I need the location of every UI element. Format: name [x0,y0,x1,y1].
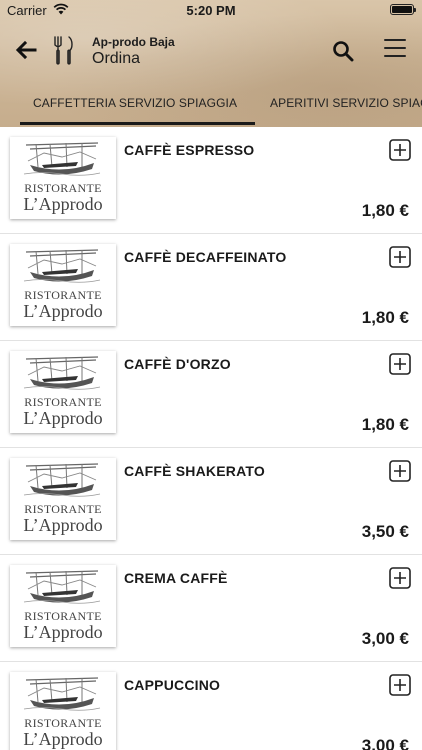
logo-line-2: L’Approdo [23,515,103,535]
add-to-cart-icon[interactable] [389,567,411,589]
add-to-cart-icon[interactable] [389,460,411,482]
item-price: 1,80 € [361,201,409,220]
item-name: CAFFÈ ESPRESSO [124,142,255,158]
list-item[interactable]: RISTORANTE L’Approdo CAFFÈ D'ORZO 1,80 € [0,341,422,448]
list-item[interactable]: RISTORANTE L’Approdo CAFFÈ SHAKERATO 3,5… [0,448,422,555]
product-thumbnail: RISTORANTE L’Approdo [10,458,116,540]
active-tab-indicator [20,122,255,125]
list-item[interactable]: RISTORANTE L’Approdo CREMA CAFFÈ 3,00 € [0,555,422,662]
product-thumbnail: RISTORANTE L’Approdo [10,137,116,219]
product-thumbnail: RISTORANTE L’Approdo [10,565,116,647]
item-price: 1,80 € [361,415,409,434]
boat-logo-icon [23,677,101,711]
item-name: CAPPUCCINO [124,677,221,693]
tab-aperitivi[interactable]: APERITIVI SERVIZIO SPIAGGIA [270,96,422,110]
item-name: CAFFÈ D'ORZO [124,356,231,372]
boat-logo-icon [23,570,101,604]
boat-logo-icon [23,142,101,176]
status-time: 5:20 PM [186,3,236,18]
boat-logo-icon [23,249,101,283]
logo-line-2: L’Approdo [23,194,103,214]
list-item[interactable]: RISTORANTE L’Approdo CAPPUCCINO 3,00 € [0,662,422,750]
item-price: 3,50 € [361,522,409,541]
item-price: 3,00 € [361,629,409,648]
item-price: 3,00 € [361,736,409,750]
boat-logo-icon [23,356,101,390]
item-name: CAFFÈ SHAKERATO [124,463,265,479]
battery-icon [390,4,416,15]
product-thumbnail: RISTORANTE L’Approdo [10,351,116,433]
product-thumbnail: RISTORANTE L’Approdo [10,244,116,326]
hamburger-menu-icon[interactable] [384,38,406,58]
item-name: CAFFÈ DECAFFEINATO [124,249,287,265]
category-tabs: CAFFETTERIA SERVIZIO SPIAGGIA APERITIVI … [0,86,422,127]
tab-caffetteria[interactable]: CAFFETTERIA SERVIZIO SPIAGGIA [33,96,237,110]
list-item[interactable]: RISTORANTE L’Approdo CAFFÈ DECAFFEINATO … [0,234,422,341]
add-to-cart-icon[interactable] [389,674,411,696]
header-bar: Carrier 5:20 PM Ap-prodo Baja Ordina CAF… [0,0,422,127]
boat-logo-icon [23,463,101,497]
add-to-cart-icon[interactable] [389,246,411,268]
cutlery-icon [54,36,73,65]
page-title: Ordina [92,50,141,67]
restaurant-name: Ap-prodo Baja [92,35,175,49]
list-item[interactable]: RISTORANTE L’Approdo CAFFÈ ESPRESSO 1,80… [0,127,422,234]
status-bar: Carrier 5:20 PM [0,0,422,22]
logo-line-2: L’Approdo [23,408,103,428]
product-thumbnail: RISTORANTE L’Approdo [10,672,116,750]
add-to-cart-icon[interactable] [389,139,411,161]
search-icon[interactable] [332,40,354,62]
item-price: 1,80 € [361,308,409,327]
logo-line-2: L’Approdo [23,622,103,642]
logo-line-2: L’Approdo [23,729,103,749]
add-to-cart-icon[interactable] [389,353,411,375]
item-name: CREMA CAFFÈ [124,570,228,586]
logo-line-2: L’Approdo [23,301,103,321]
back-arrow-icon[interactable] [14,38,38,62]
